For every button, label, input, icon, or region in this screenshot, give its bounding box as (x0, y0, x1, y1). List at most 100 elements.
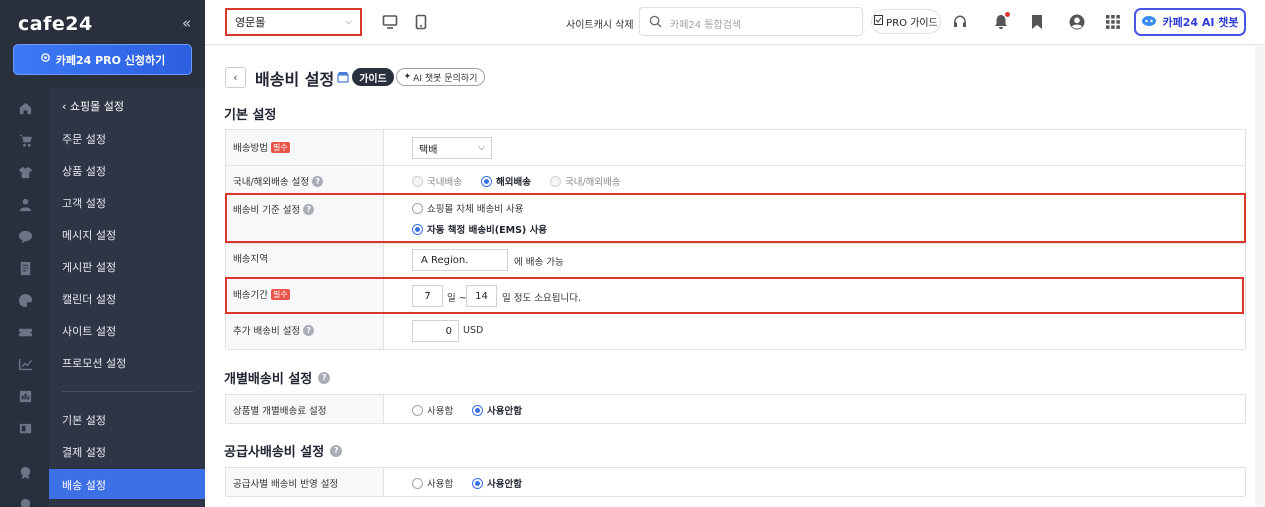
submenu-back[interactable]: ‹ 쇼핑몰 설정 (62, 98, 124, 114)
settings-submenu: ‹ 쇼핑몰 설정 주문 설정 상품 설정 고객 설정 메시지 설정 게시판 설정… (49, 88, 205, 507)
highlight-shipping-period (225, 277, 1244, 314)
row-extra-fee: 추가 배송비 설정 ? 0 USD (226, 314, 1245, 350)
supplier-label: 공급사별 배송비 반영 설정 (233, 479, 339, 490)
account-icon[interactable] (1068, 13, 1086, 31)
back-button[interactable]: ‹ (225, 67, 246, 88)
collapse-sidebar-button[interactable]: « (182, 14, 191, 32)
sidebar-item-promotion[interactable]: 프로모션 설정 (62, 355, 126, 371)
page-scrollbar[interactable] (1255, 45, 1265, 507)
highlight-fee-basis (225, 193, 1246, 243)
row-shipping-method: 배송방법 필수 택배 ⌵ (226, 130, 1245, 166)
required-badge: 필수 (270, 141, 290, 153)
bookmark-icon[interactable] (1028, 13, 1046, 31)
mall-select[interactable]: 영문몰 ⌵ (225, 8, 362, 36)
chevron-down-icon: ⌵ (478, 143, 485, 153)
help-icon[interactable]: ? (318, 371, 331, 384)
mall-select-value: 영문몰 (235, 16, 266, 29)
region-label: 배송지역 (233, 254, 268, 265)
ticket-icon[interactable] (17, 324, 33, 340)
extra-fee-input[interactable]: 0 (412, 320, 459, 342)
row-supplier-fee: 공급사별 배송비 반영 설정 사용함 사용안함 (226, 468, 1245, 497)
top-bar: 영문몰 ⌵ 사이트캐시 삭제 카페24 통합검색 PRO 가이드 카페24 AI… (205, 0, 1265, 45)
help-icon[interactable]: ? (330, 444, 343, 457)
radio-domestic-overseas[interactable]: 국내/해외배송 (550, 174, 621, 188)
radio-supplier-nouse[interactable]: 사용안함 (472, 476, 522, 490)
chevron-down-icon: ⌵ (345, 17, 352, 27)
user-icon[interactable] (17, 196, 33, 212)
section-individual-title: 개별배송비 설정 ? (224, 368, 331, 387)
individual-table: 상품별 개별배송료 설정 사용함 사용안함 (225, 394, 1246, 424)
guide-badge[interactable]: 가이드 (352, 68, 394, 86)
settings-icon[interactable] (17, 495, 33, 507)
shipping-method-select[interactable]: 택배 ⌵ (412, 137, 492, 159)
sidebar-item-site[interactable]: 사이트 설정 (62, 323, 116, 339)
sidebar-item-basic[interactable]: 기본 설정 (62, 412, 106, 428)
section-supplier-title: 공급사배송비 설정 ? (224, 441, 343, 460)
board-icon[interactable] (17, 260, 33, 276)
ai-inquiry-chip[interactable]: ✦ AI 챗봇 문의하기 (396, 68, 485, 86)
radio-supplier-use[interactable]: 사용함 (412, 476, 453, 490)
main-content: ‹ 배송비 설정 가이드 ✦ AI 챗봇 문의하기 기본 설정 배송방법 필수 … (205, 46, 1255, 507)
chevron-left-icon: ‹ (62, 100, 70, 113)
icon-rail (0, 88, 49, 507)
search-icon (649, 15, 662, 28)
sidebar: cafe24 « 카페24 PRO 신청하기 ‹ 쇼핑몰 설정 주문 설정 상품… (0, 0, 205, 507)
cache-delete-button[interactable]: 사이트캐시 삭제 (566, 16, 634, 31)
chart-icon[interactable] (17, 356, 33, 372)
sidebar-item-product[interactable]: 상품 설정 (62, 163, 106, 179)
apps-grid-icon[interactable] (1104, 13, 1122, 31)
extra-label: 추가 배송비 설정 (233, 326, 301, 337)
row-domestic-overseas: 국내/해외배송 설정 ? 국내배송 해외배송 국내/해외배송 (226, 166, 1245, 194)
notification-dot (1005, 12, 1010, 17)
sidebar-item-customer[interactable]: 고객 설정 (62, 195, 106, 211)
mobile-icon[interactable] (413, 14, 429, 30)
report-icon[interactable] (17, 388, 33, 404)
sidebar-item-message[interactable]: 메시지 설정 (62, 227, 116, 243)
sidebar-item-payment[interactable]: 결제 설정 (62, 444, 106, 460)
palette-icon[interactable] (17, 292, 33, 308)
medal-rail-icon[interactable] (17, 464, 33, 480)
help-icon[interactable]: ? (312, 175, 324, 187)
chat-icon[interactable] (17, 228, 33, 244)
chatbot-icon (1141, 15, 1157, 30)
radio-individual-use[interactable]: 사용함 (412, 403, 453, 417)
region-suffix: 에 배송 가능 (514, 257, 564, 268)
section-basic-title: 기본 설정 (224, 108, 277, 123)
extra-fee-unit: USD (463, 325, 484, 336)
headset-icon[interactable] (951, 13, 969, 31)
individual-label: 상품별 개별배송료 설정 (233, 406, 327, 417)
page-title: 배송비 설정 (255, 70, 335, 89)
radio-individual-nouse[interactable]: 사용안함 (472, 403, 522, 417)
ai-chatbot-button[interactable]: 카페24 AI 챗봇 (1134, 8, 1246, 36)
chevron-left-icon: ‹ (233, 71, 238, 84)
app-icon[interactable] (17, 420, 33, 436)
row-shipping-region: 배송지역 A Region. 에 배송 가능 (226, 244, 1245, 278)
region-input[interactable]: A Region. (412, 249, 508, 271)
doc-icon (874, 15, 884, 28)
row-individual-fee: 상품별 개별배송료 설정 사용함 사용안함 (226, 395, 1245, 424)
help-icon[interactable]: ? (303, 324, 315, 336)
medal-icon (40, 52, 51, 67)
shirt-icon[interactable] (17, 164, 33, 180)
method-label: 배송방법 (233, 143, 268, 154)
sidebar-item-order[interactable]: 주문 설정 (62, 131, 106, 147)
cafe24-logo[interactable]: cafe24 (18, 13, 93, 35)
sidebar-item-board[interactable]: 게시판 설정 (62, 259, 116, 275)
integrated-search[interactable]: 카페24 통합검색 (639, 7, 863, 36)
cart-icon[interactable] (17, 132, 33, 148)
submenu-divider (62, 391, 193, 392)
search-input[interactable]: 카페24 통합검색 (670, 16, 741, 31)
supplier-table: 공급사별 배송비 반영 설정 사용함 사용안함 (225, 467, 1246, 497)
sparkle-icon: ✦ (403, 72, 412, 82)
store-icon[interactable] (337, 71, 349, 83)
desktop-icon[interactable] (382, 14, 398, 30)
sidebar-item-calendar[interactable]: 캘린더 설정 (62, 291, 116, 307)
sidebar-item-shipping[interactable]: 배송 설정 (62, 477, 106, 493)
radio-overseas[interactable]: 해외배송 (481, 174, 531, 188)
pro-apply-label: 카페24 PRO 신청하기 (55, 53, 166, 67)
radio-domestic[interactable]: 국내배송 (412, 174, 462, 188)
home-icon[interactable] (17, 100, 33, 116)
pro-guide-button[interactable]: PRO 가이드 (871, 9, 941, 34)
pro-apply-button[interactable]: 카페24 PRO 신청하기 (13, 44, 192, 75)
domestic-label: 국내/해외배송 설정 (233, 177, 310, 188)
